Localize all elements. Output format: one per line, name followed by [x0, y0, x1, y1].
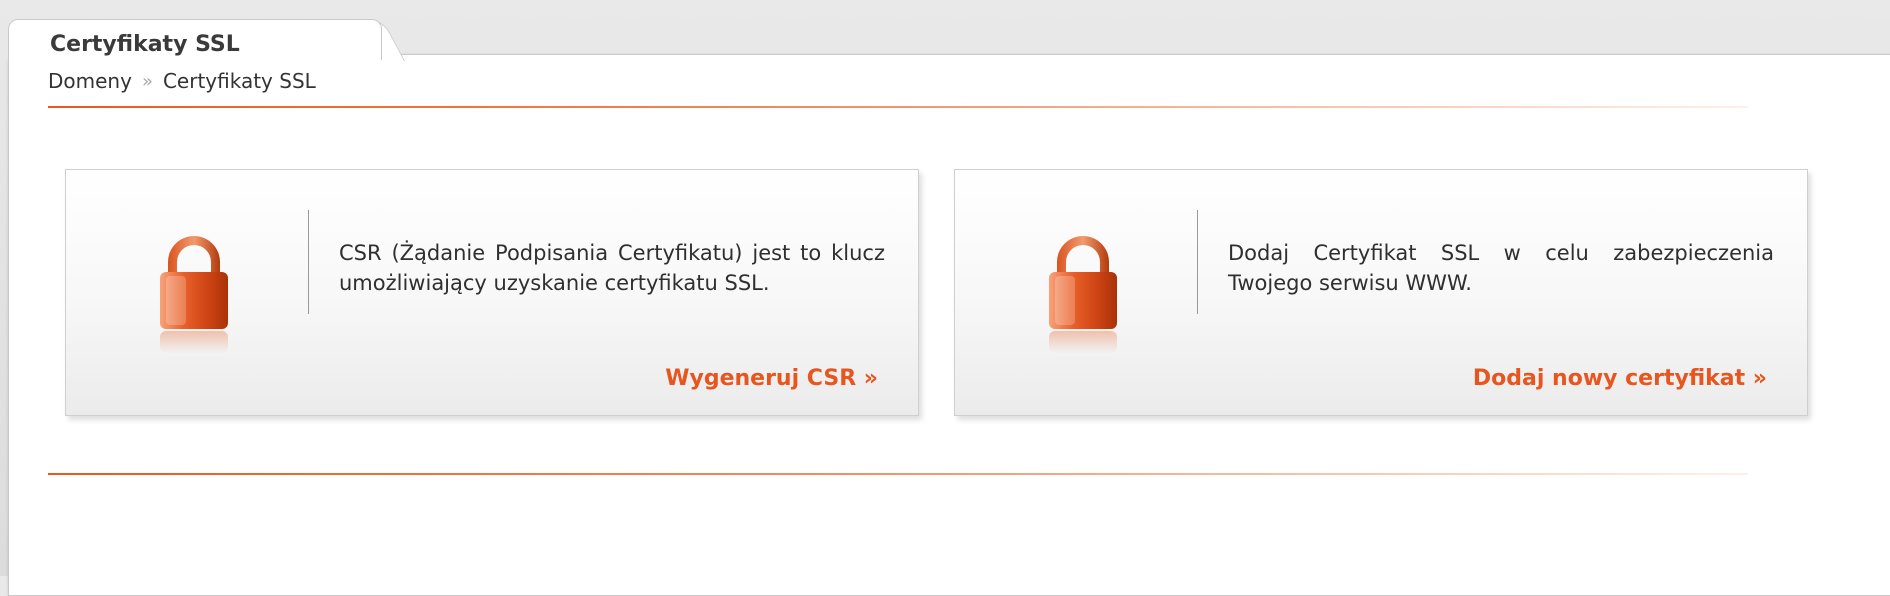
add-certificate-card: Dodaj Certyfikat SSL w celu zabezpieczen…: [954, 169, 1808, 416]
csr-description: CSR (Żądanie Podpisania Certyfikatu) jes…: [339, 241, 885, 295]
add-certificate-description: Dodaj Certyfikat SSL w celu zabezpieczen…: [1228, 241, 1774, 295]
card-divider: [308, 210, 309, 314]
breadcrumb-current: Certyfikaty SSL: [162, 69, 316, 93]
generate-csr-link[interactable]: Wygeneruj CSR »: [665, 366, 878, 391]
add-certificate-link[interactable]: Dodaj nowy certyfikat »: [1473, 366, 1767, 391]
breadcrumb: Domeny » Certyfikaty SSL: [48, 69, 316, 93]
card-divider: [1197, 210, 1198, 314]
padlock-icon: [1049, 236, 1117, 353]
footer-divider: [48, 473, 1748, 475]
breadcrumb-domeny-link[interactable]: Domeny: [48, 69, 132, 93]
breadcrumb-separator-icon: »: [141, 70, 153, 92]
header-divider: [48, 106, 1748, 108]
page-title: Certyfikaty SSL: [50, 32, 240, 57]
padlock-icon: [160, 236, 228, 353]
csr-card: CSR (Żądanie Podpisania Certyfikatu) jes…: [65, 169, 919, 416]
